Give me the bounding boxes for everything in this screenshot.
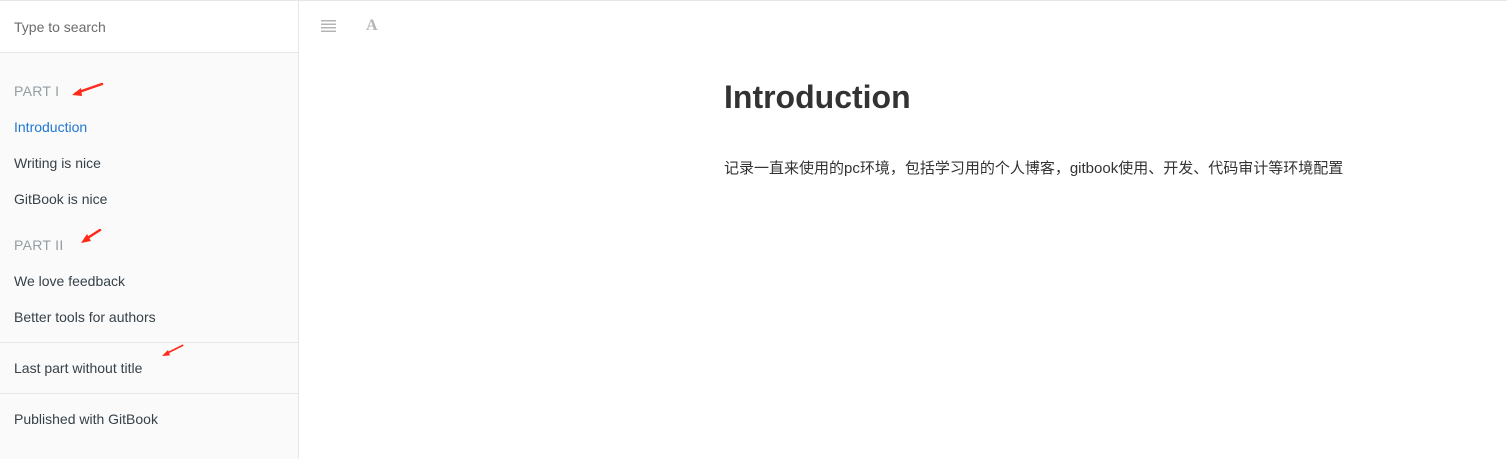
annotation-arrow-icon bbox=[162, 344, 184, 356]
page-body-text: 记录一直来使用的pc环境，包括学习用的个人博客，gitbook使用、开发、代码审… bbox=[724, 160, 1344, 177]
sidebar-divider bbox=[0, 393, 298, 394]
nav-item-better-tools-for-authors[interactable]: Better tools for authors bbox=[14, 309, 156, 325]
page-title: Introduction bbox=[724, 79, 911, 115]
published-with-gitbook-link[interactable]: Published with GitBook bbox=[14, 411, 158, 427]
search-box bbox=[0, 1, 298, 53]
font-settings-icon[interactable]: A bbox=[366, 17, 378, 35]
nav-item-introduction[interactable]: Introduction bbox=[14, 119, 87, 135]
gitbook-app: PART I Introduction Writing is nice GitB… bbox=[0, 0, 1507, 459]
search-input[interactable] bbox=[0, 1, 298, 52]
annotation-arrow-icon bbox=[81, 229, 102, 243]
annotation-arrow-icon bbox=[72, 82, 104, 96]
nav-item-gitbook-is-nice[interactable]: GitBook is nice bbox=[14, 191, 107, 207]
sidebar-divider bbox=[0, 342, 298, 343]
nav-item-last-part-without-title[interactable]: Last part without title bbox=[14, 360, 142, 376]
nav-item-we-love-feedback[interactable]: We love feedback bbox=[14, 273, 125, 289]
part-header-part-ii: PART II bbox=[14, 237, 64, 253]
menu-lines-icon[interactable] bbox=[321, 18, 337, 39]
sidebar: PART I Introduction Writing is nice GitB… bbox=[0, 1, 299, 459]
nav-item-writing-is-nice[interactable]: Writing is nice bbox=[14, 155, 101, 171]
part-header-part-i: PART I bbox=[14, 83, 60, 99]
